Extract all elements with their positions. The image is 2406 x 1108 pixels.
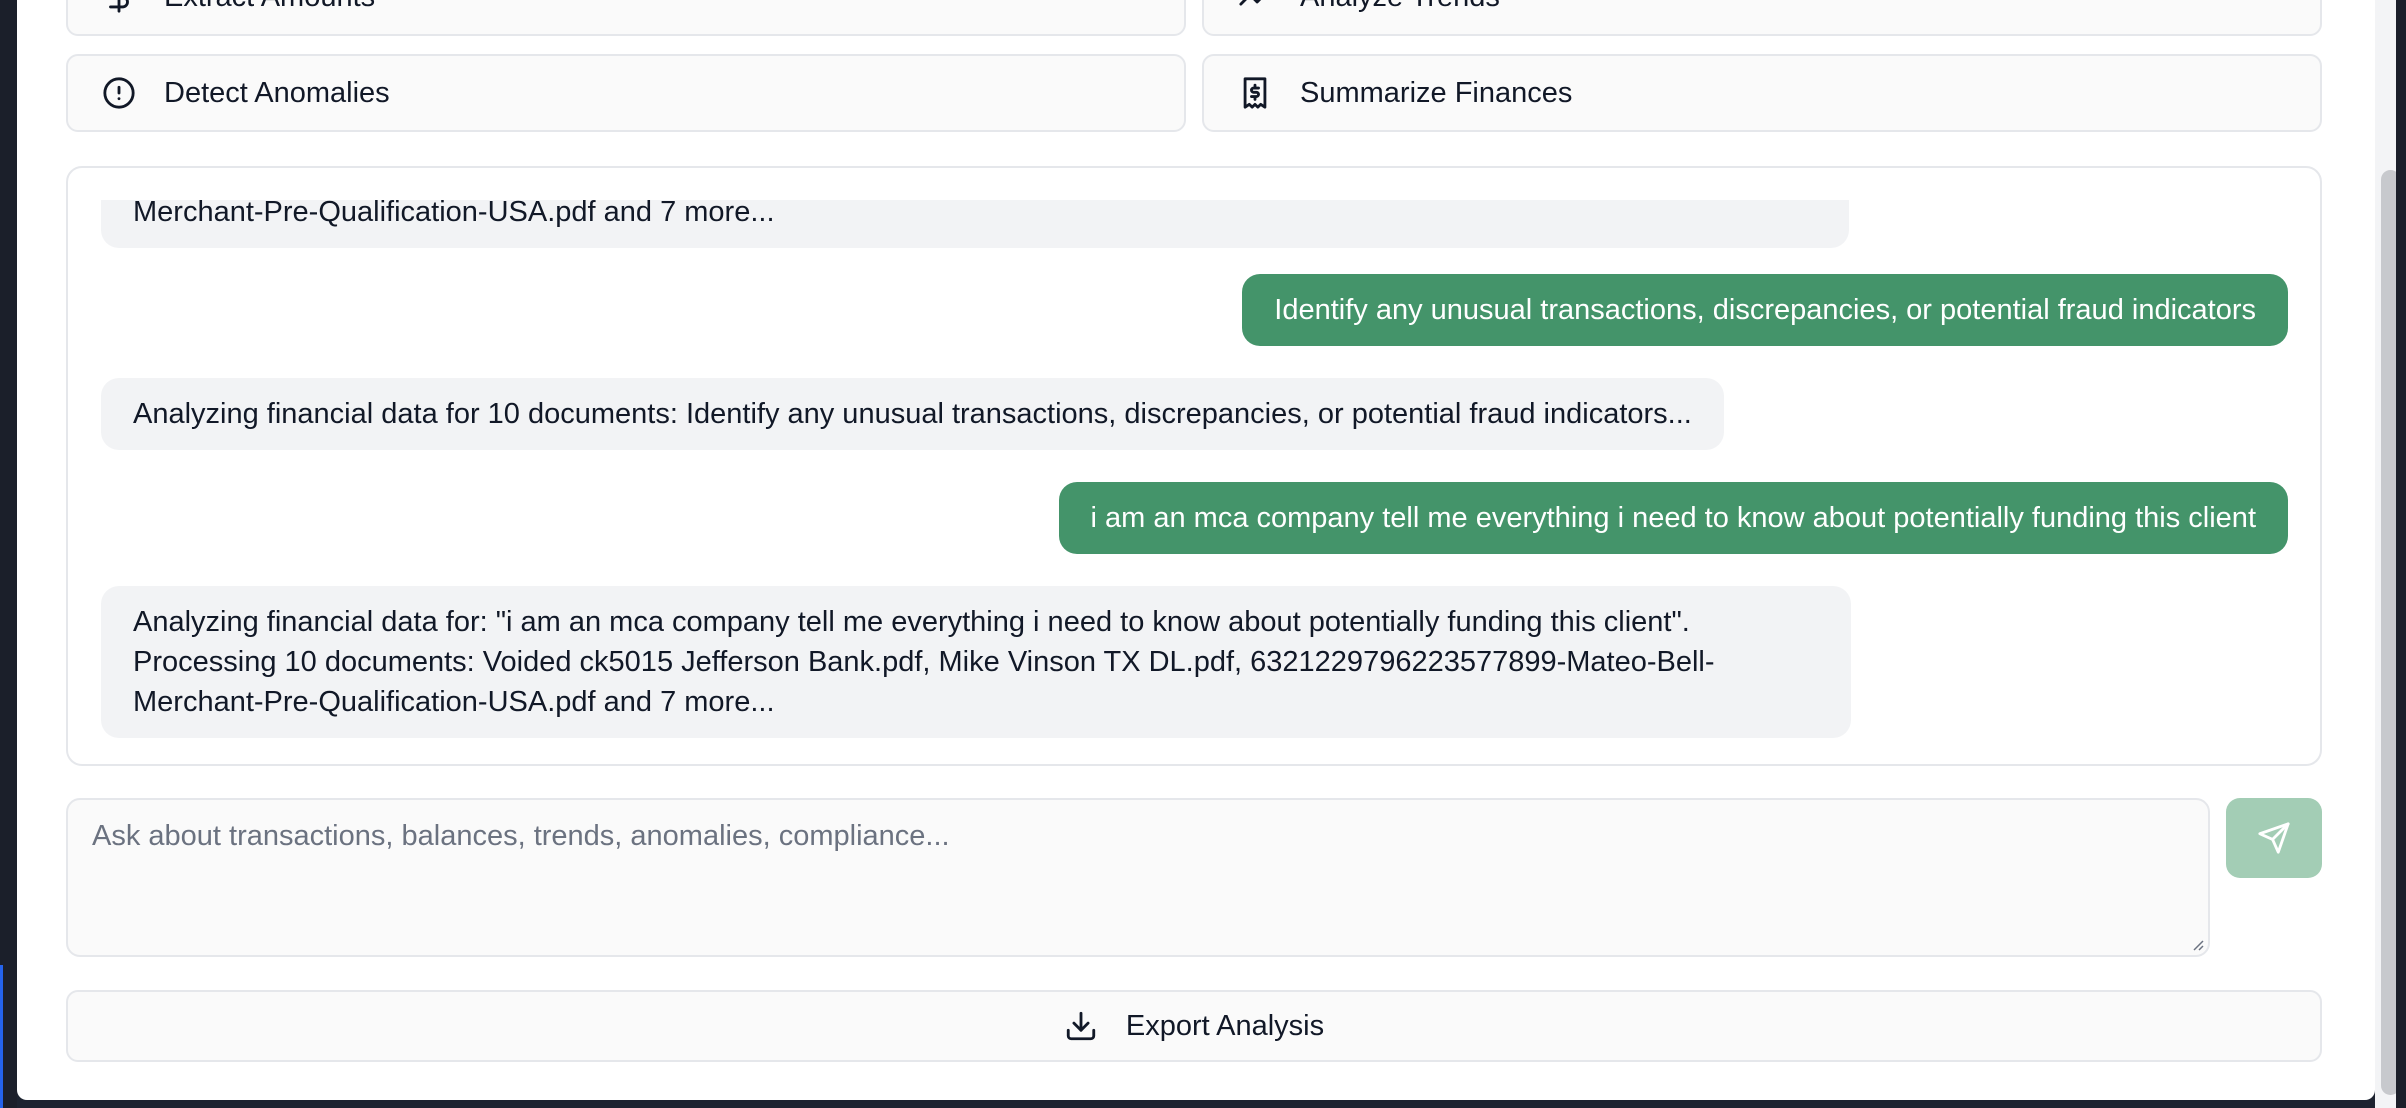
summarize-finances-button[interactable]: Summarize Finances [1202,54,2322,132]
extract-amounts-button[interactable]: Extract Amounts [66,0,1186,36]
export-analysis-label: Export Analysis [1125,1009,1325,1042]
user-message: i am an mca company tell me everything i… [1058,482,2288,554]
assistant-message: Analyzing financial data for 10 document… [101,378,1724,450]
message-line: Analyzing financial data for 10 document… [133,398,1692,430]
chat-scroll-area[interactable]: Merchant-Pre-Qualification-USA.pdf and 7… [68,200,2320,750]
window-edge-left [0,0,17,1108]
summarize-finances-label: Summarize Finances [1300,76,1573,109]
extract-amounts-label: Extract Amounts [164,0,375,14]
alert-circle-icon [102,76,136,110]
download-icon [1064,1009,1098,1043]
assistant-message: Merchant-Pre-Qualification-USA.pdf and 7… [101,200,1849,248]
message-line: Merchant-Pre-Qualification-USA.pdf and 7… [133,686,775,718]
question-input-container [66,798,2210,957]
user-message: Identify any unusual transactions, discr… [1242,274,2288,346]
message-line: i am an mca company tell me everything i… [1090,502,2256,534]
assistant-message: Analyzing financial data for: "i am an m… [101,586,1851,738]
analyze-trends-label: Analyze Trends [1300,0,1500,14]
export-analysis-button[interactable]: Export Analysis [66,990,2322,1062]
focus-indicator [0,965,3,1108]
dollar-icon [102,0,136,14]
detect-anomalies-label: Detect Anomalies [164,76,390,109]
receipt-icon [1238,76,1272,110]
resize-handle-icon[interactable] [2188,935,2204,951]
message-line: Identify any unusual transactions, discr… [1274,294,2256,326]
send-icon [2257,821,2291,855]
trend-icon [1238,0,1272,14]
detect-anomalies-button[interactable]: Detect Anomalies [66,54,1186,132]
question-input[interactable] [68,800,2208,955]
send-button[interactable] [2226,798,2322,878]
message-line: Merchant-Pre-Qualification-USA.pdf and 7… [133,200,775,228]
window-edge-right [2396,0,2406,1108]
analyze-trends-button[interactable]: Analyze Trends [1202,0,2322,36]
chat-transcript[interactable]: Merchant-Pre-Qualification-USA.pdf and 7… [66,166,2322,766]
message-line: Analyzing financial data for: "i am an m… [133,606,1690,638]
message-line: Processing 10 documents: Voided ck5015 J… [133,646,1715,678]
